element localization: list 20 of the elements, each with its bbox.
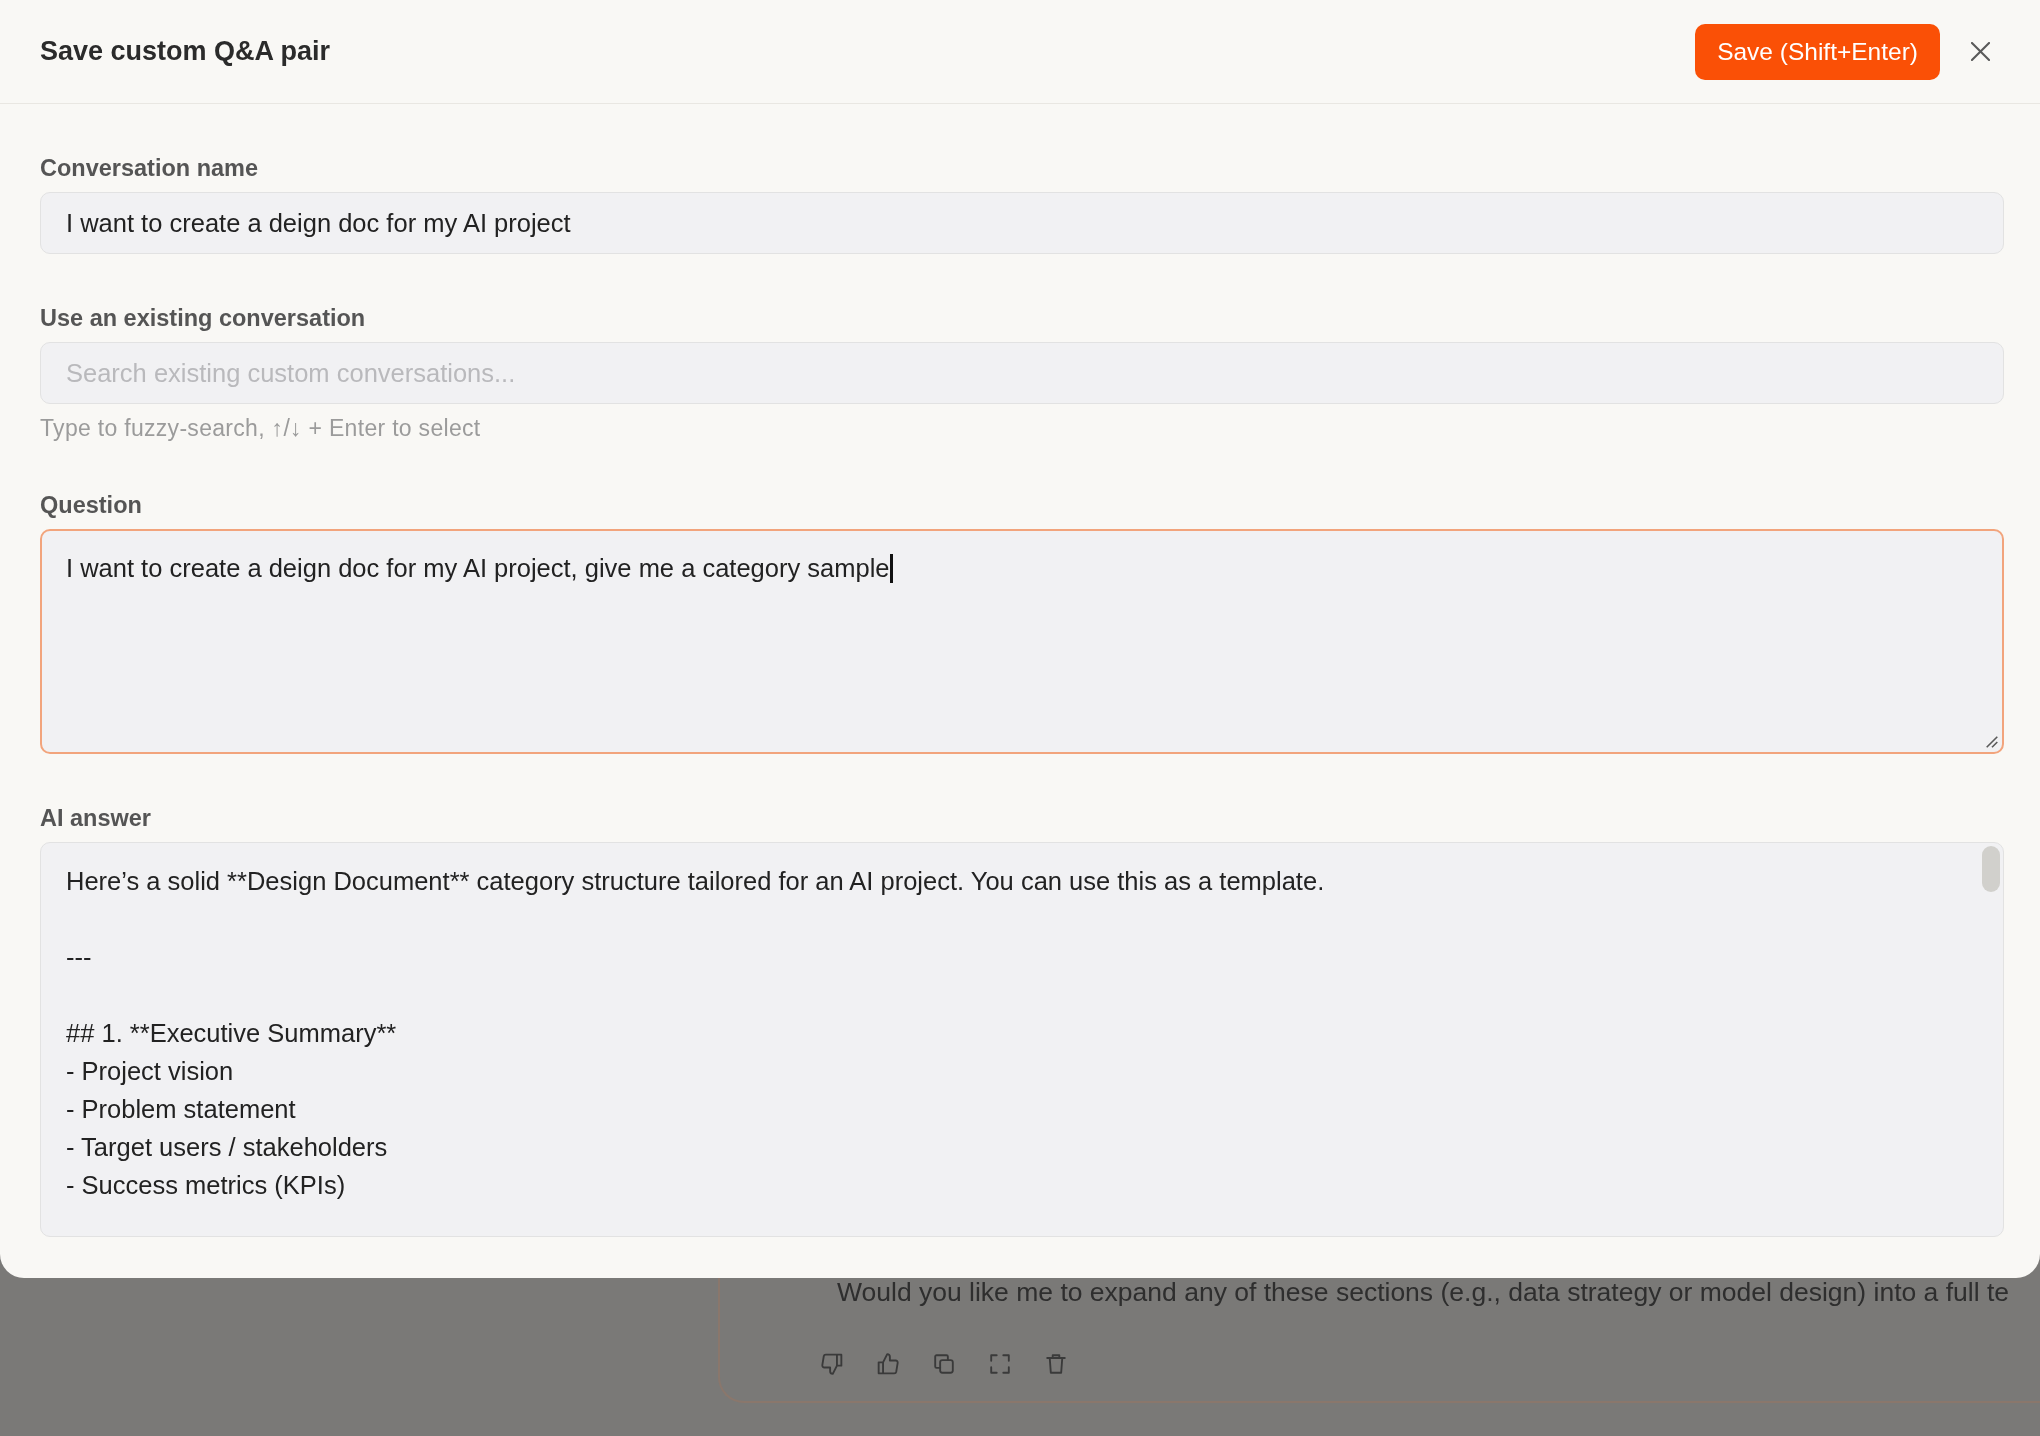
dialog-title: Save custom Q&A pair	[40, 36, 331, 67]
scrollbar-thumb[interactable]	[1982, 846, 2000, 892]
field-label: Use an existing conversation	[40, 304, 367, 332]
close-icon[interactable]	[1971, 42, 1990, 61]
trash-icon[interactable]	[1045, 1353, 1067, 1375]
expand-icon[interactable]	[989, 1353, 1011, 1375]
thumbs-down-icon[interactable]	[821, 1353, 843, 1375]
message-text: Would you like me to expand any of these sections (e.g., data strategy or model design) into a full te	[837, 1278, 2010, 1306]
field-label: Conversation name	[40, 154, 260, 182]
field-label: AI answer	[40, 804, 153, 832]
field-label: Question	[40, 491, 143, 519]
resize-grip-icon[interactable]	[1986, 736, 1998, 748]
textarea-field[interactable]: I want to create a deign doc for my AI project, give me a category sample	[40, 529, 2004, 754]
search-field[interactable]: Search existing custom conversations...	[40, 342, 2004, 404]
textarea-field[interactable]: Here’s a solid **Design Document** category structure tailored for an AI project. You can use this as a template. --- ## 1. **Executive Summary** - Project vision - Problem statement - Target users / stakeholders - Success metrics (KPIs)	[40, 842, 2004, 1237]
thumbs-up-icon[interactable]	[877, 1353, 899, 1375]
copy-icon[interactable]	[933, 1353, 955, 1375]
input-field[interactable]: I want to create a deign doc for my AI project	[40, 192, 2004, 254]
text-cursor-icon	[889, 554, 893, 583]
hint-text: Type to fuzzy-search, ↑/↓ + Enter to select	[40, 415, 482, 441]
